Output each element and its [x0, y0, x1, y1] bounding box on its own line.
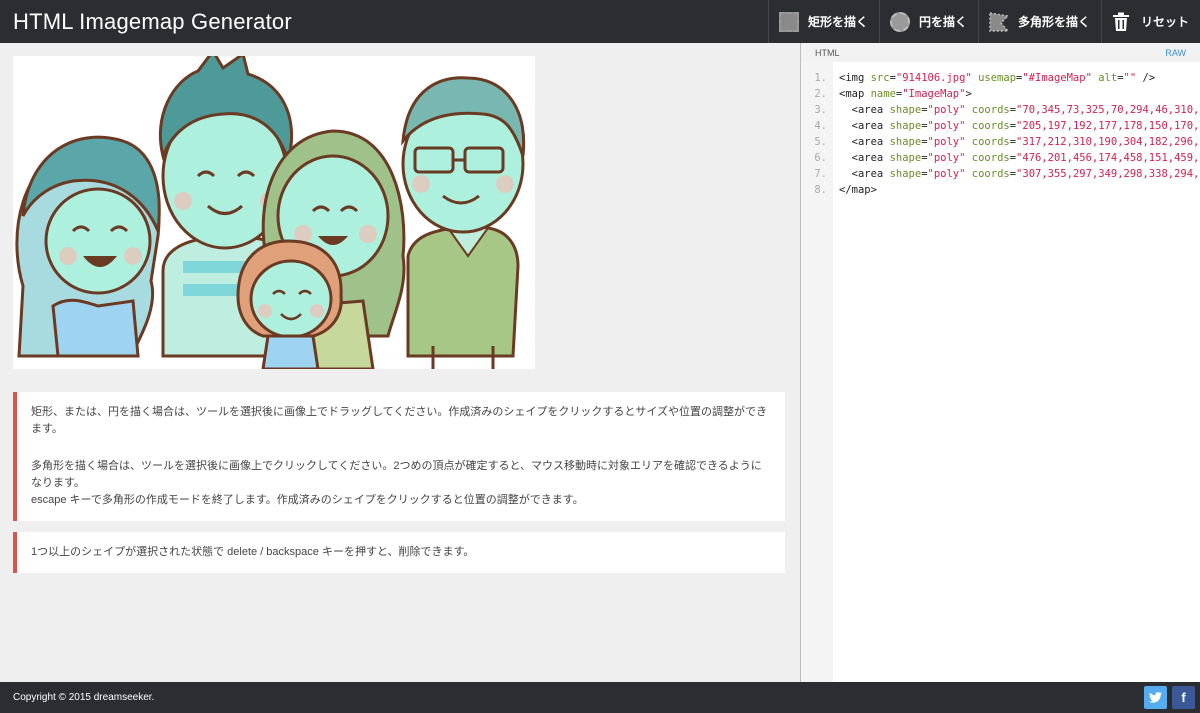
code-line-text: </map> [839, 184, 877, 196]
app-header: HTML Imagemap Generator 矩形を描く 円を描く 多角形を描… [0, 0, 1200, 43]
help-note-rect-circle: 矩形、または、円を描く場合は、ツールを選択後に画像上でドラッグしてください。作成… [13, 392, 785, 450]
family-illustration [15, 56, 526, 369]
code-line-text: <area shape="poly" coords="317,212,310,1… [839, 136, 1200, 148]
reset-label: リセット [1140, 15, 1189, 29]
draw-polygon-label: 多角形を描く [1017, 15, 1090, 29]
editor-pane: 矩形、または、円を描く場合は、ツールを選択後に画像上でドラッグしてください。作成… [0, 43, 800, 682]
help-note-text: escape キーで多角形の作成モードを終了します。作成済みのシェイプをクリック… [31, 494, 584, 506]
code-content: 1. <img src="914106.jpg" usemap="#ImageMa… [801, 70, 1200, 198]
facebook-button[interactable]: f [1172, 686, 1195, 709]
draw-circle-button[interactable]: 円を描く [878, 0, 978, 43]
circle-icon [889, 11, 910, 32]
code-line: 1. <img src="914106.jpg" usemap="#ImageMa… [801, 70, 1200, 86]
line-number: 5. [814, 136, 827, 148]
code-editor[interactable]: 1. <img src="914106.jpg" usemap="#ImageMa… [801, 62, 1200, 682]
footer: Copyright © 2015 dreamseeker. f [0, 682, 1200, 713]
imagemap-canvas[interactable] [13, 56, 535, 369]
twitter-button[interactable] [1144, 686, 1167, 709]
social-links: f [1144, 686, 1195, 709]
code-line-text: <area shape="poly" coords="307,355,297,3… [839, 168, 1200, 180]
help-note-text: 1つ以上のシェイプが選択された状態で delete / backspace キー… [31, 546, 475, 558]
toolbar: 矩形を描く 円を描く 多角形を描く リセット [767, 0, 1200, 43]
code-line: 3. <area shape="poly" coords="70,345,73,… [801, 102, 1200, 118]
draw-polygon-button[interactable]: 多角形を描く [977, 0, 1101, 43]
code-line-text: <area shape="poly" coords="476,201,456,1… [839, 152, 1200, 164]
help-note-delete: 1つ以上のシェイプが選択された状態で delete / backspace キー… [13, 532, 785, 573]
line-number: 3. [814, 104, 827, 116]
help-note-polygon: 多角形を描く場合は、ツールを選択後に画像上でクリックしてください。2つめの頂点が… [13, 446, 785, 521]
line-number: 7. [814, 168, 827, 180]
code-line-text: <map name="ImageMap"> [839, 88, 972, 100]
raw-link[interactable]: RAW [1165, 48, 1186, 58]
trash-icon [1112, 12, 1132, 32]
rectangle-icon [778, 11, 799, 32]
line-number: 4. [814, 120, 827, 132]
code-line-text: <img src="914106.jpg" usemap="#ImageMap"… [839, 72, 1156, 84]
polygon-icon [989, 11, 1009, 32]
line-number: 6. [814, 152, 827, 164]
code-line: 5. <area shape="poly" coords="317,212,31… [801, 134, 1200, 150]
code-line: 4. <area shape="poly" coords="205,197,19… [801, 118, 1200, 134]
code-line: 2. <map name="ImageMap"> [801, 86, 1200, 102]
code-line: 6. <area shape="poly" coords="476,201,45… [801, 150, 1200, 166]
mapped-area-grandfather[interactable] [401, 76, 526, 369]
draw-rectangle-button[interactable]: 矩形を描く [767, 0, 879, 43]
line-number: 2. [814, 88, 827, 100]
app-title: HTML Imagemap Generator [13, 9, 292, 34]
tab-html[interactable]: HTML [815, 48, 840, 58]
code-line: 7. <area shape="poly" coords="307,355,29… [801, 166, 1200, 182]
code-line-text: <area shape="poly" coords="205,197,192,1… [839, 120, 1200, 132]
code-panel-header: HTML RAW [801, 43, 1200, 62]
draw-rectangle-label: 矩形を描く [807, 15, 868, 29]
draw-circle-label: 円を描く [918, 15, 967, 29]
reset-button[interactable]: リセット [1100, 0, 1200, 43]
line-number: 8. [814, 184, 827, 196]
mapped-area-grandmother[interactable] [15, 135, 161, 358]
line-number: 1. [814, 72, 827, 84]
code-panel: HTML RAW 1. <img src="914106.jpg" usemap=… [800, 43, 1200, 682]
facebook-icon: f [1181, 690, 1186, 705]
help-note-text: 多角形を描く場合は、ツールを選択後に画像上でクリックしてください。2つめの頂点が… [31, 460, 762, 489]
help-note-text: 矩形、または、円を描く場合は、ツールを選択後に画像上でドラッグしてください。作成… [31, 406, 768, 435]
code-line: 8. </map> [801, 182, 1200, 198]
copyright-text: Copyright © 2015 dreamseeker. [13, 692, 155, 703]
code-line-text: <area shape="poly" coords="70,345,73,325… [839, 104, 1200, 116]
twitter-icon [1149, 692, 1162, 703]
